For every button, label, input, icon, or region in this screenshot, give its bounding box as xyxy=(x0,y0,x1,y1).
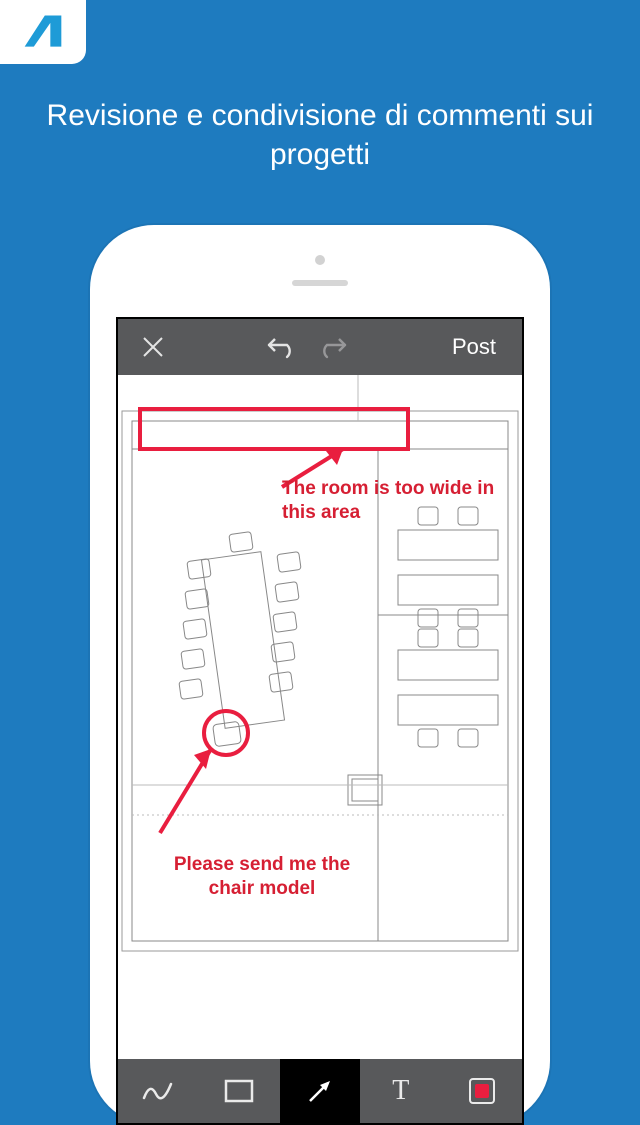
text-icon: T xyxy=(392,1075,409,1107)
brand-logo-tab xyxy=(0,0,86,64)
redo-icon xyxy=(317,335,347,359)
rectangle-icon xyxy=(224,1079,254,1103)
app-screen: Post xyxy=(116,317,524,1125)
arrow-tool-button[interactable] xyxy=(280,1059,361,1123)
rectangle-tool-button[interactable] xyxy=(199,1059,280,1123)
color-swatch-icon xyxy=(467,1076,497,1106)
annotation-text-1: The room is too wide in this area xyxy=(282,477,502,525)
color-picker-button[interactable] xyxy=(441,1059,522,1123)
squiggle-icon xyxy=(141,1078,175,1104)
redo-button[interactable] xyxy=(307,319,357,375)
undo-icon xyxy=(267,335,297,359)
autodesk-logo-icon xyxy=(21,10,65,54)
annotation-text-2: Please send me the chair model xyxy=(162,853,362,901)
undo-button[interactable] xyxy=(257,319,307,375)
annotation-toolbar: T xyxy=(118,1059,522,1123)
freehand-tool-button[interactable] xyxy=(118,1059,199,1123)
arrow-icon xyxy=(306,1077,334,1105)
drawing-canvas[interactable]: The room is too wide in this area Please… xyxy=(118,375,522,965)
close-icon xyxy=(142,336,164,358)
phone-mockup: Post xyxy=(90,225,550,1125)
top-toolbar: Post xyxy=(118,319,522,375)
text-tool-button[interactable]: T xyxy=(360,1059,441,1123)
page-title: Revisione e condivisione di commenti sui… xyxy=(0,96,640,174)
post-button[interactable]: Post xyxy=(426,319,522,375)
close-button[interactable] xyxy=(118,319,188,375)
